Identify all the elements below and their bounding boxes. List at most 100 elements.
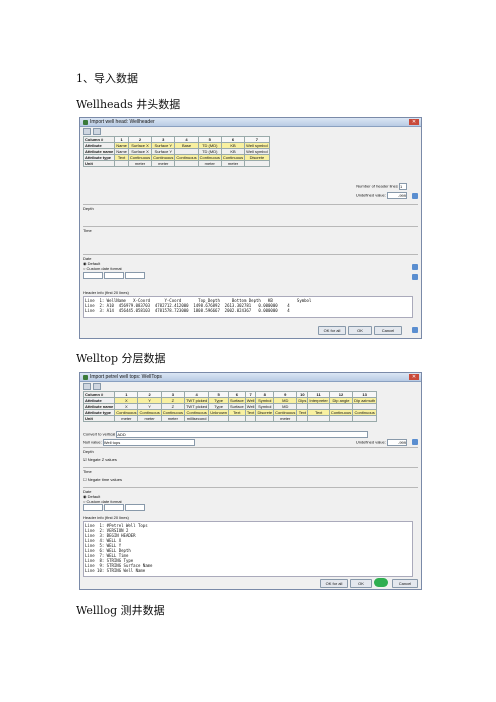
negate-time-checkbox[interactable]: ☐ Negate time values [83,477,418,482]
grid-cell[interactable]: Well [244,403,257,410]
time-label: Time [83,469,92,474]
date-format-selects [83,272,418,279]
toolbar-button[interactable] [83,383,91,390]
grid-cell[interactable] [328,415,354,422]
undefined-label: Undefined value: [355,439,386,445]
help-icon[interactable] [412,327,418,333]
convert-field: Convert to vertical ADD [83,431,369,438]
depth-section: Depth ☑ Negate Z values [83,447,418,462]
date-select[interactable] [125,504,146,511]
grid-cell[interactable]: Continuous [137,409,162,416]
grid-cell[interactable]: Surface Y [151,148,176,155]
date-select[interactable] [125,272,146,279]
toolbar-button[interactable] [93,128,101,135]
undefined-input[interactable]: -999 [387,192,407,199]
grid-cell[interactable]: Continuous [183,409,210,416]
help-icon[interactable] [412,264,418,270]
grid-cell[interactable]: Continuous [352,409,378,416]
convert-input[interactable]: ADD [116,431,369,438]
header-lines-input[interactable]: 1 [399,183,407,190]
grid-cell[interactable] [255,415,275,422]
grid-cell[interactable]: Name [114,148,129,155]
grid-cell[interactable]: meter [220,160,246,167]
grid-cell[interactable]: meter [114,415,139,422]
grid-cell[interactable]: Well symbol [244,142,270,149]
grid-cell[interactable]: Continuous [174,154,199,161]
grid-cell[interactable]: Unknown [208,409,229,416]
grid-cell[interactable]: Continuous [127,154,153,161]
grid-cell[interactable] [114,160,129,167]
close-icon[interactable]: ✕ [409,119,419,125]
grid-cell[interactable]: Well [244,397,257,404]
custom-date-label: Custom date format [86,266,122,271]
grid-cell[interactable]: TWT picked [183,397,210,404]
cancel-button[interactable]: Cancel [374,326,402,335]
grid-cell[interactable]: meter [197,160,222,167]
grid-cell[interactable]: Continuous [220,154,246,161]
ok-for-all-button[interactable]: OK for all [318,326,346,335]
date-select[interactable] [83,272,103,279]
grid-cell[interactable] [174,160,199,167]
grid-cell[interactable] [352,415,378,422]
convert-label: Convert to vertical [83,431,116,437]
help-icon[interactable] [412,193,418,199]
grid-cell[interactable]: Continuous [273,409,298,416]
grid-cell[interactable]: Continuous [160,409,185,416]
grid-cell[interactable]: Surface [227,403,246,410]
toolbar-button[interactable] [83,128,91,135]
grid-cell[interactable] [244,415,257,422]
grid-cell[interactable]: meter [273,415,298,422]
grid-cell[interactable]: Surface Y [151,142,176,149]
date-select[interactable] [83,504,103,511]
grid-cell[interactable]: Surface X [127,142,153,149]
grid-cell[interactable]: meter [137,415,162,422]
grid-cell[interactable]: Continuous [328,409,354,416]
grid-cell[interactable]: Continuous [151,154,176,161]
header-lines-field: Number of header lines 1 [356,183,407,190]
help-icon[interactable] [412,274,418,280]
grid-cell[interactable]: TWT picked [183,403,210,410]
close-icon[interactable]: ✕ [409,374,419,380]
help-icon[interactable] [412,439,418,445]
grid-cell[interactable]: Symbol [255,403,275,410]
grid-cell[interactable]: Surface [227,397,246,404]
depth-label: Depth [83,449,94,454]
grid-cell[interactable]: meter [160,415,185,422]
dialog-titlebar: Import petrel well tops: WellTops ✕ [80,373,421,382]
ok-for-all-button[interactable]: OK for all [320,579,348,588]
ok-button[interactable]: OK [350,579,372,588]
date-select[interactable] [104,272,125,279]
grid-cell[interactable] [307,415,330,422]
grid-row-label: Attribute type [82,409,116,416]
grid-cell[interactable] [244,160,270,167]
grid-cell[interactable]: Dips [296,397,309,404]
custom-date-radio[interactable]: ○ Custom date format [83,266,418,271]
date-select[interactable] [104,504,125,511]
dialog-titlebar: Import well head: Wellheader ✕ [80,118,421,127]
grid-cell[interactable]: Interpreter [307,397,330,404]
ok-button[interactable]: OK [348,326,372,335]
grid-cell[interactable]: Continuous [114,409,139,416]
header-info-lines: Line 1: WellName X-Coord Y-Coord Top_Dep… [83,296,413,318]
negate-z-checkbox[interactable]: ☑ Negate Z values [83,457,418,462]
grid-cell[interactable] [296,415,309,422]
grid-cell[interactable]: Well symbol [244,148,270,155]
grid-cell[interactable]: meter [127,160,153,167]
null-input[interactable]: Well tops [102,439,195,446]
grid-cell[interactable]: meter [151,160,176,167]
grid-cell[interactable]: millisecond [183,415,210,422]
undefined-input[interactable]: -999 [387,439,407,446]
grid-cell[interactable]: Dip angle [328,397,354,404]
grid-row-label: Attribute name [82,148,116,155]
grid-cell[interactable]: Dip azimuth [352,397,378,404]
grid-cell[interactable] [208,415,229,422]
grid-cell[interactable] [227,415,246,422]
grid-cell[interactable]: Symbol [255,397,275,404]
grid-cell[interactable]: Surface X [127,148,153,155]
grid-cell[interactable]: Continuous [197,154,222,161]
cancel-button[interactable]: Cancel [392,579,418,588]
grid-cell[interactable]: Discrete [255,409,275,416]
toolbar-button[interactable] [93,383,101,390]
grid-cell[interactable]: Name [114,142,129,149]
app-icon [83,119,88,125]
